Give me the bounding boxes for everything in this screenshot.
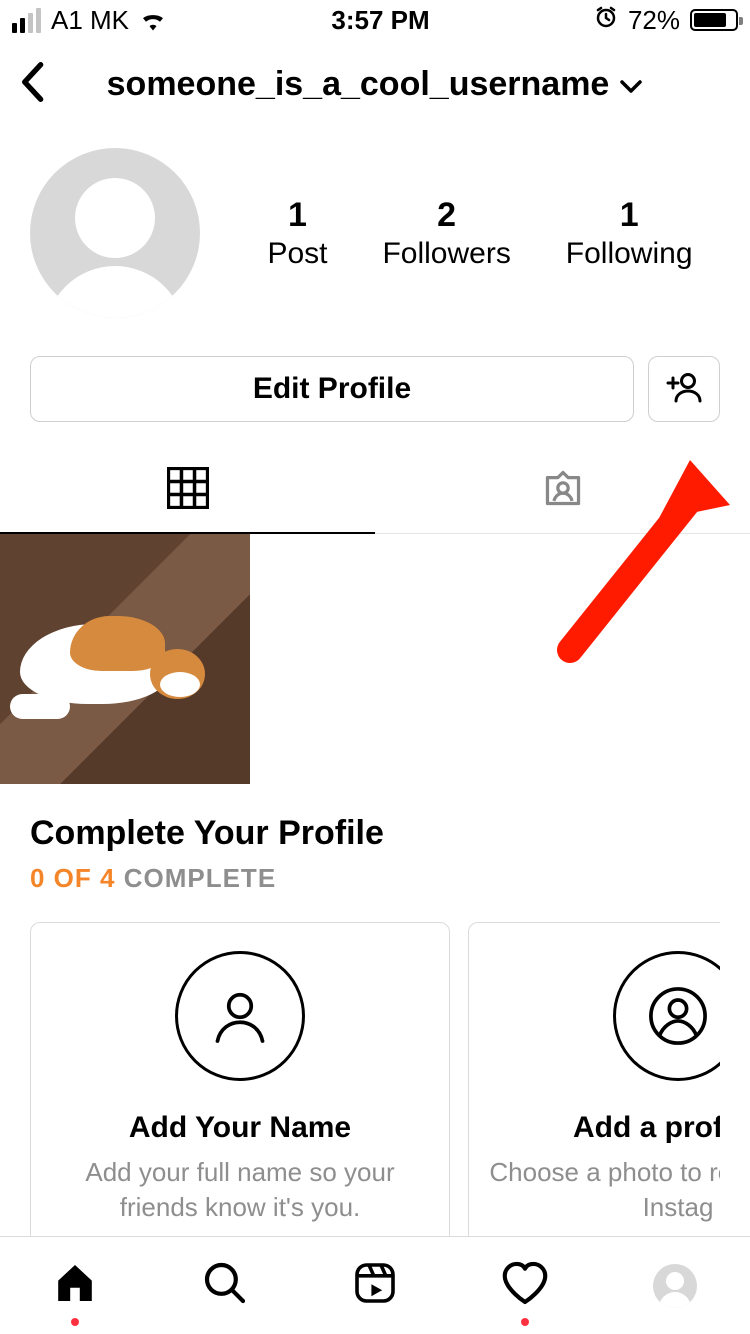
tab-grid[interactable] [0, 448, 375, 533]
tab-profile[interactable] [600, 1237, 750, 1334]
tagged-icon [541, 466, 585, 515]
heart-icon [500, 1260, 550, 1311]
notification-dot [521, 1318, 529, 1326]
signal-icon [12, 8, 41, 33]
person-icon [175, 951, 305, 1081]
stat-followers[interactable]: 2 Followers [382, 196, 510, 271]
card-title: Add a profile p [489, 1111, 720, 1145]
bottom-tab-bar [0, 1236, 750, 1334]
profile-avatar-icon [653, 1264, 697, 1308]
stat-followers-count: 2 [382, 196, 510, 235]
stat-following-label: Following [566, 237, 693, 271]
tab-reels[interactable] [300, 1237, 450, 1334]
stat-posts-count: 1 [267, 196, 327, 235]
complete-profile-cards[interactable]: Add Your Name Add your full name so your… [30, 922, 720, 1246]
clock: 3:57 PM [331, 5, 429, 36]
grid-icon [167, 467, 209, 514]
edit-profile-button[interactable]: Edit Profile [30, 356, 634, 422]
card-add-photo[interactable]: Add a profile p Choose a photo to re you… [468, 922, 720, 1246]
carrier-label: A1 MK [51, 5, 129, 36]
alarm-icon [594, 5, 618, 36]
edit-profile-label: Edit Profile [253, 372, 411, 406]
post-thumbnail[interactable] [0, 534, 250, 784]
profile-photo-icon [613, 951, 720, 1081]
tab-tagged[interactable] [375, 448, 750, 533]
card-add-name[interactable]: Add Your Name Add your full name so your… [30, 922, 450, 1246]
search-icon [201, 1259, 249, 1312]
stat-following-count: 1 [566, 196, 693, 235]
stat-posts-label: Post [267, 237, 327, 271]
battery-pct: 72% [628, 5, 680, 36]
add-person-icon [666, 371, 702, 408]
wifi-icon [139, 9, 167, 31]
stat-followers-label: Followers [382, 237, 510, 271]
stat-following[interactable]: 1 Following [566, 196, 693, 271]
back-button[interactable] [20, 62, 48, 107]
stat-posts[interactable]: 1 Post [267, 196, 327, 271]
username-label: someone_is_a_cool_username [107, 65, 610, 104]
complete-profile-progress: 0 OF 4 COMPLETE [30, 863, 720, 894]
card-desc: Add your full name so your friends know … [51, 1155, 429, 1225]
tab-search[interactable] [150, 1237, 300, 1334]
home-icon [51, 1259, 99, 1312]
tab-activity[interactable] [450, 1237, 600, 1334]
progress-word: COMPLETE [115, 863, 276, 893]
profile-avatar[interactable] [30, 148, 200, 318]
discover-people-button[interactable] [648, 356, 720, 422]
tab-home[interactable] [0, 1237, 150, 1334]
card-title: Add Your Name [51, 1111, 429, 1145]
posts-grid [0, 534, 750, 784]
progress-count: 0 OF 4 [30, 863, 115, 893]
battery-icon [690, 9, 738, 31]
chevron-down-icon [619, 65, 643, 104]
status-bar: A1 MK 3:57 PM 72% [0, 0, 750, 40]
card-desc: Choose a photo to re yourself on Instag [489, 1155, 720, 1225]
complete-profile-title: Complete Your Profile [30, 814, 720, 853]
username-dropdown[interactable]: someone_is_a_cool_username [66, 65, 684, 104]
reels-icon [351, 1259, 399, 1312]
nav-header: someone_is_a_cool_username [0, 40, 750, 128]
notification-dot [71, 1318, 79, 1326]
